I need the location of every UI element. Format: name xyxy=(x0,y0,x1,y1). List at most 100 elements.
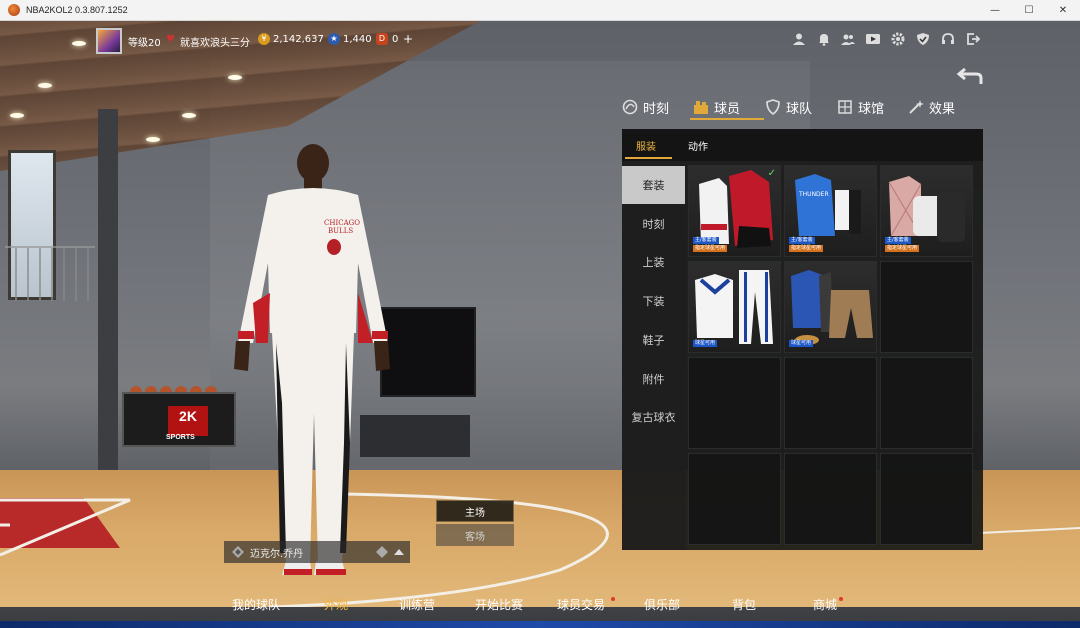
svg-text:CHICAGO: CHICAGO xyxy=(324,219,360,227)
friends-icon[interactable] xyxy=(841,32,855,46)
game-window: NBA2KOL2 0.3.807.1252 — ☐ ✕ 2K SPORTS CH… xyxy=(0,0,1080,628)
back-arrow-icon[interactable] xyxy=(955,68,985,86)
ticket-count: 0 xyxy=(392,34,399,45)
item-slot[interactable]: 主/客套装 指定球星可用 xyxy=(880,165,973,257)
diamond-icon xyxy=(232,546,244,558)
badge-home-away: 主/客套装 xyxy=(693,237,719,244)
item-slot[interactable]: THUNDER 主/客套装 指定球星可用 xyxy=(784,165,877,257)
item-slot[interactable]: 球星可用 xyxy=(784,261,877,353)
window-title: NBA2KOL2 0.3.807.1252 xyxy=(26,5,128,15)
tab-label: 球队 xyxy=(786,101,813,117)
player-icon xyxy=(694,101,708,114)
item-badges: 主/客套装 指定球星可用 xyxy=(885,237,920,252)
sub-tab-actions[interactable]: 动作 xyxy=(688,138,708,153)
badge-home-away: 主/客套装 xyxy=(789,237,815,244)
badge-star-only: 指定球星可用 xyxy=(693,245,728,252)
sidebar-item-suit[interactable]: 套装 xyxy=(622,166,685,204)
tab-player[interactable]: 球员 xyxy=(693,94,740,120)
empty-slot xyxy=(688,453,781,545)
ceiling-light xyxy=(38,83,52,88)
nav-training-camp[interactable]: 训练营 xyxy=(399,596,435,613)
nav-start-game[interactable]: 开始比赛 xyxy=(475,596,523,613)
player-name-bar[interactable]: 迈克尔.乔丹 xyxy=(224,541,410,563)
item-slot[interactable]: 球星可用 xyxy=(688,261,781,353)
exit-icon[interactable] xyxy=(966,32,980,46)
sidebar-item-retro-jersey[interactable]: 复古球衣 xyxy=(622,398,685,436)
tab-team[interactable]: 球队 xyxy=(765,94,812,120)
sidebar-item-accessories[interactable]: 附件 xyxy=(622,360,685,398)
tab-label: 时刻 xyxy=(643,101,670,117)
empty-slot xyxy=(784,453,877,545)
home-kit-button[interactable]: 主场 xyxy=(436,500,514,522)
ceiling-light xyxy=(228,75,242,80)
tab-moment[interactable]: 时刻 xyxy=(622,94,669,120)
star-count: 1,440 xyxy=(343,34,372,45)
arena-icon xyxy=(838,100,852,114)
tab-effect[interactable]: 效果 xyxy=(908,94,955,120)
player-nickname: 就喜欢浪头三分 xyxy=(180,38,250,49)
settings-icon[interactable] xyxy=(891,32,905,46)
ceiling-light xyxy=(182,113,196,118)
steel-pillar xyxy=(98,109,118,489)
badge-home-away: 主/客套装 xyxy=(885,237,911,244)
player-level: 等级20 xyxy=(128,38,161,49)
nav-club[interactable]: 俱乐部 xyxy=(644,596,680,613)
team-shield-icon xyxy=(766,99,780,115)
svg-text:THUNDER: THUNDER xyxy=(798,191,829,198)
star-icon: ★ xyxy=(328,33,340,45)
notification-dot xyxy=(611,597,615,601)
tab-label: 球员 xyxy=(714,101,741,117)
sidebar-item-top[interactable]: 上装 xyxy=(622,243,685,281)
badge-star-only: 球星可用 xyxy=(789,340,814,347)
moment-icon xyxy=(622,99,638,115)
shield-check-icon[interactable] xyxy=(916,32,930,46)
nav-shop[interactable]: 商城 xyxy=(813,596,837,613)
close-button[interactable]: ✕ xyxy=(1040,0,1080,21)
tab-arena[interactable]: 球馆 xyxy=(837,94,884,120)
nav-backpack[interactable]: 背包 xyxy=(732,596,756,613)
profile-icon[interactable] xyxy=(792,32,806,46)
sub-tab-underline xyxy=(625,157,672,159)
svg-text:BULLS: BULLS xyxy=(328,227,353,235)
railing xyxy=(5,246,95,301)
desktop-strip xyxy=(0,621,1080,628)
badge-star-only: 指定球星可用 xyxy=(789,245,824,252)
item-badges: 主/客套装 指定球星可用 xyxy=(789,237,824,252)
empty-slot xyxy=(880,261,973,353)
tab-label: 效果 xyxy=(929,101,956,117)
empty-slot xyxy=(784,357,877,449)
empty-slot xyxy=(880,357,973,449)
effect-wand-icon xyxy=(909,100,924,114)
active-tab-underline xyxy=(690,118,764,120)
item-badges: 球星可用 xyxy=(693,340,718,348)
swap-icon[interactable] xyxy=(376,546,388,558)
sidebar-item-shoes[interactable]: 鞋子 xyxy=(622,321,685,359)
sidebar-item-moment[interactable]: 时刻 xyxy=(622,205,685,243)
tab-label: 球馆 xyxy=(858,101,885,117)
player-model: CHICAGO BULLS xyxy=(234,144,390,575)
sidebar-item-bottom[interactable]: 下装 xyxy=(622,282,685,320)
away-kit-button[interactable]: 客场 xyxy=(436,524,514,546)
item-badges: 球星可用 xyxy=(789,340,814,348)
coin-icon: ¥ xyxy=(258,33,270,45)
headset-icon[interactable] xyxy=(941,32,955,46)
empty-slot xyxy=(688,357,781,449)
bell-icon[interactable] xyxy=(817,32,831,46)
avatar[interactable] xyxy=(96,28,122,54)
sub-tab-bar xyxy=(622,129,983,161)
player-name: 迈克尔.乔丹 xyxy=(250,548,304,560)
title-bar: NBA2KOL2 0.3.807.1252 — ☐ ✕ xyxy=(0,0,1080,21)
nav-player-trade[interactable]: 球员交易 xyxy=(557,596,605,613)
equipped-check-icon: ✓ xyxy=(767,168,776,179)
notification-dot xyxy=(839,597,843,601)
nav-appearance[interactable]: 外观 xyxy=(324,596,348,613)
sub-tab-clothing[interactable]: 服装 xyxy=(636,138,656,153)
ceiling-light xyxy=(146,137,160,142)
coin-count: 2,142,637 xyxy=(273,34,324,45)
add-currency-button[interactable]: + xyxy=(403,32,413,46)
2k-logo: 2K xyxy=(168,406,208,436)
chevron-up-icon[interactable] xyxy=(394,548,404,556)
item-slot[interactable]: ✓ 主/客套装 指定球星可用 xyxy=(688,165,781,257)
video-icon[interactable] xyxy=(866,32,880,46)
nav-my-team[interactable]: 我的球队 xyxy=(232,596,280,613)
